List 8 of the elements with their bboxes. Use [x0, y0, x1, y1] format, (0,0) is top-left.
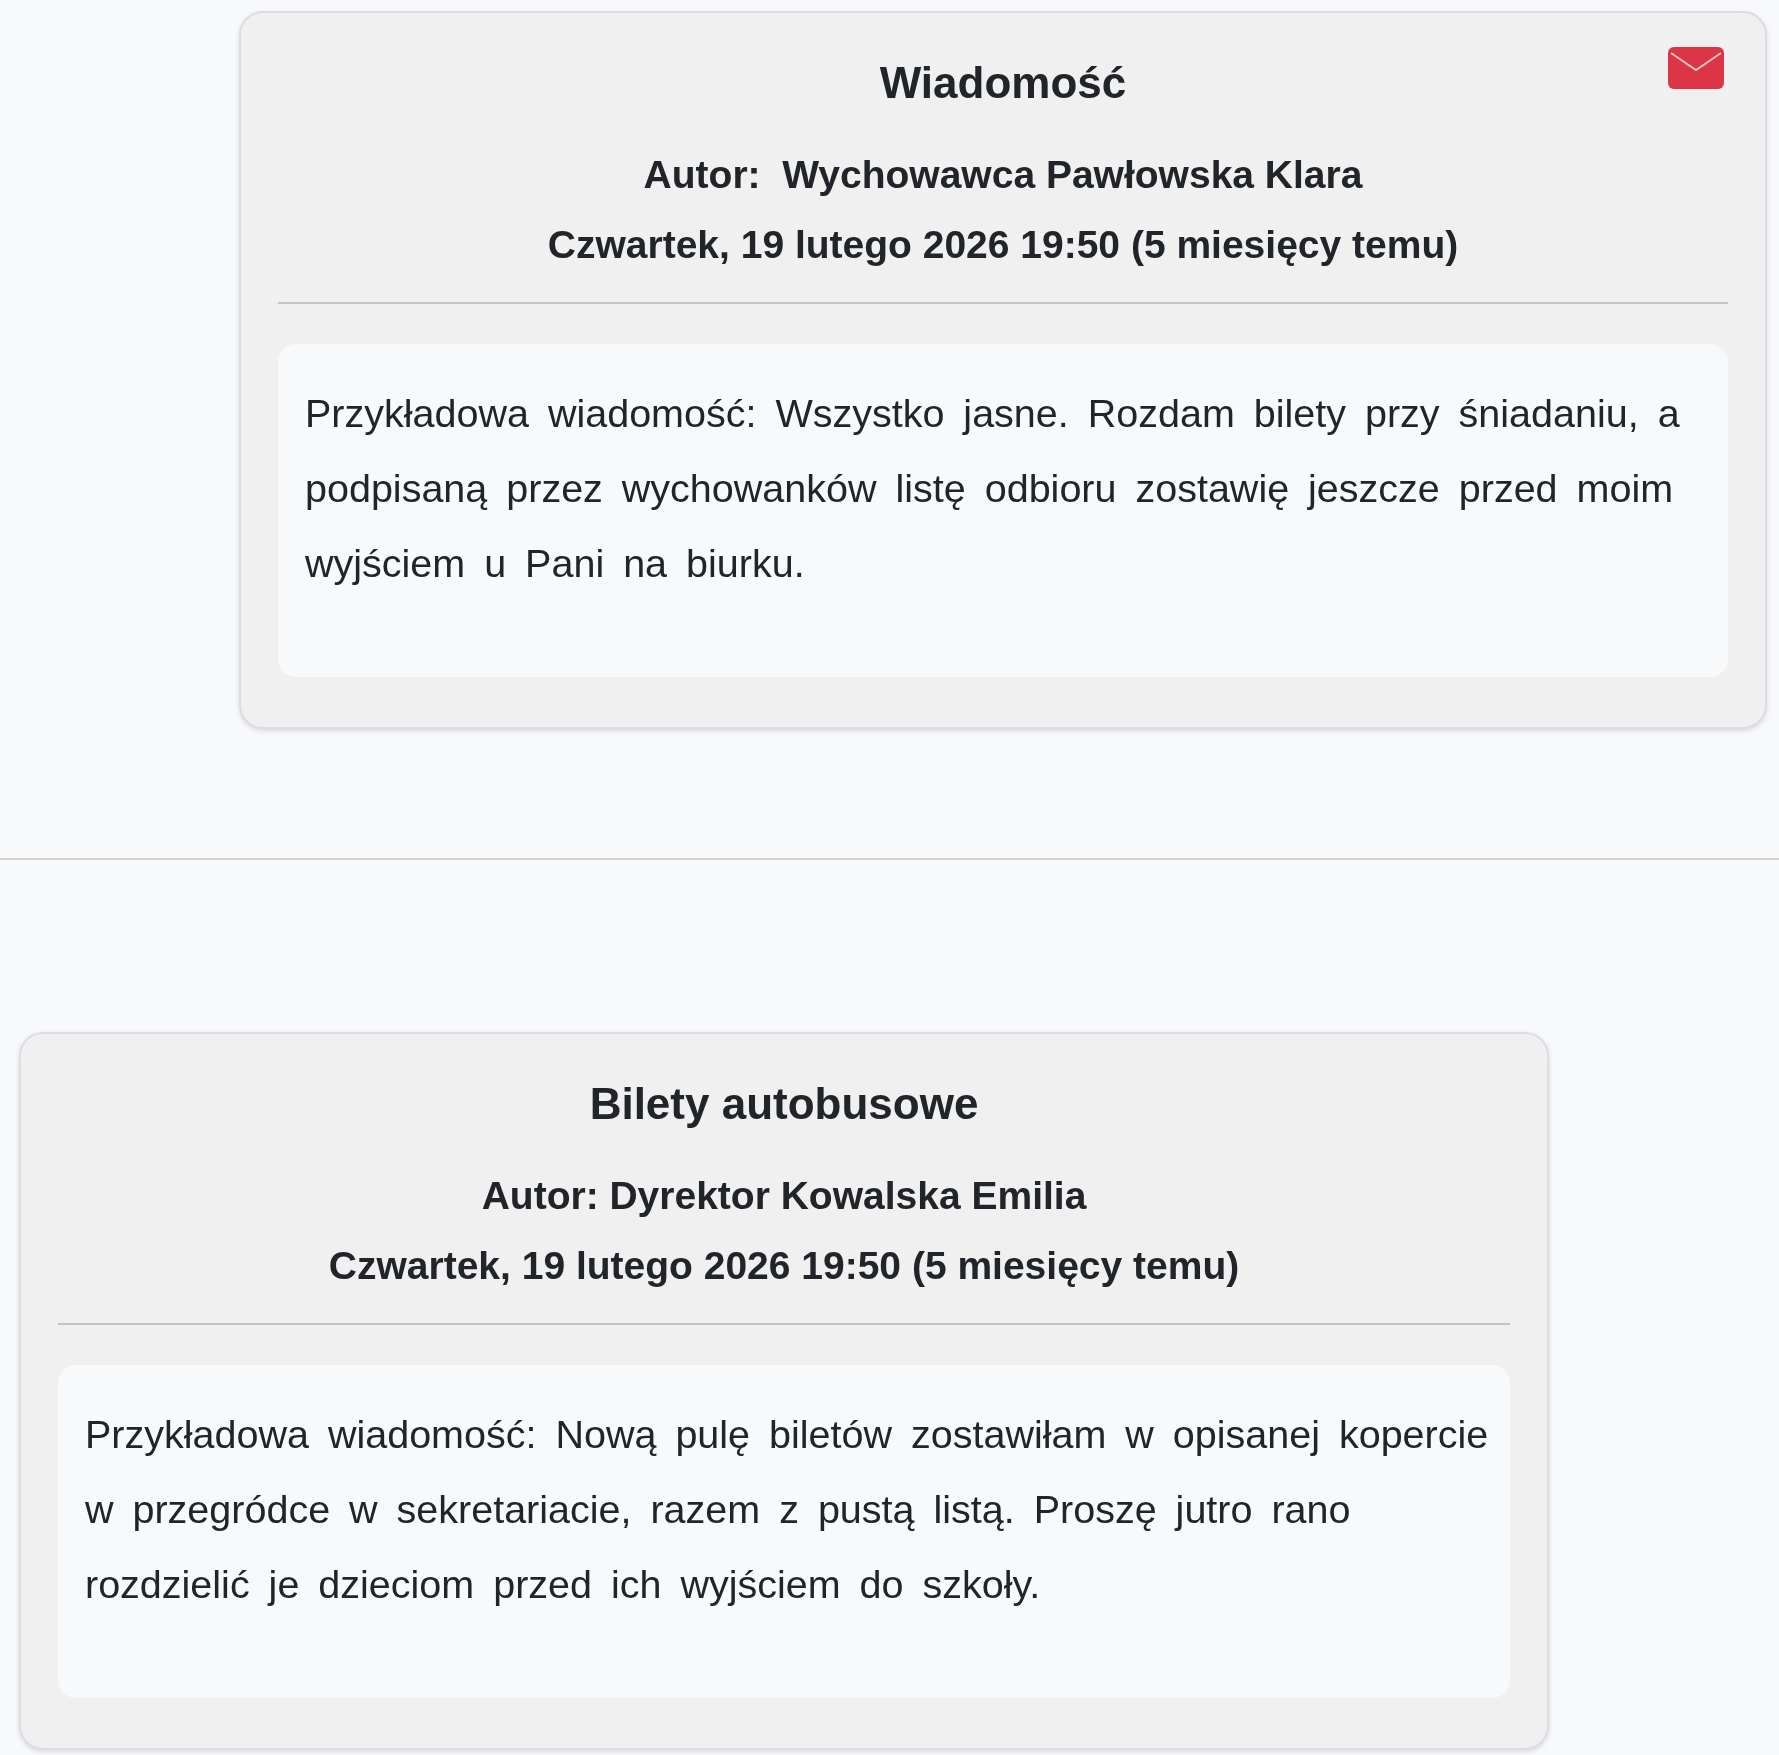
date-text: Czwartek, 19 lutego 2026 19:50 (5 miesięcy temu)	[328, 1243, 1240, 1289]
author-text: Autor: Dyrektor Kowalska Emilia	[481, 1173, 1087, 1219]
message-text: Przykładowa wiadomość: Nową pulę biletów zostawiłam w opisanej kopercie w przegródce w sekretariacie, razem z pustą listą. Proszę jutro rano rozdzielić je dzieciom przed ich wyjściem do szkoły.	[85, 1411, 1490, 1608]
message-title: Wiadomość	[879, 57, 1127, 109]
author-text: Autor: Wychowawca Pawłowska Klara	[643, 152, 1363, 198]
message-text: Przykładowa wiadomość: Wszystko jasne. Rozdam bilety przy śniadaniu, a podpisaną przez wychowanków listę odbioru zostawię jeszcze przed moim wyjściem u Pani na biurku.	[305, 390, 1681, 587]
date-text: Czwartek, 19 lutego 2026 19:50 (5 miesięcy temu)	[547, 222, 1459, 268]
message-title: Bilety autobusowe	[589, 1078, 979, 1130]
